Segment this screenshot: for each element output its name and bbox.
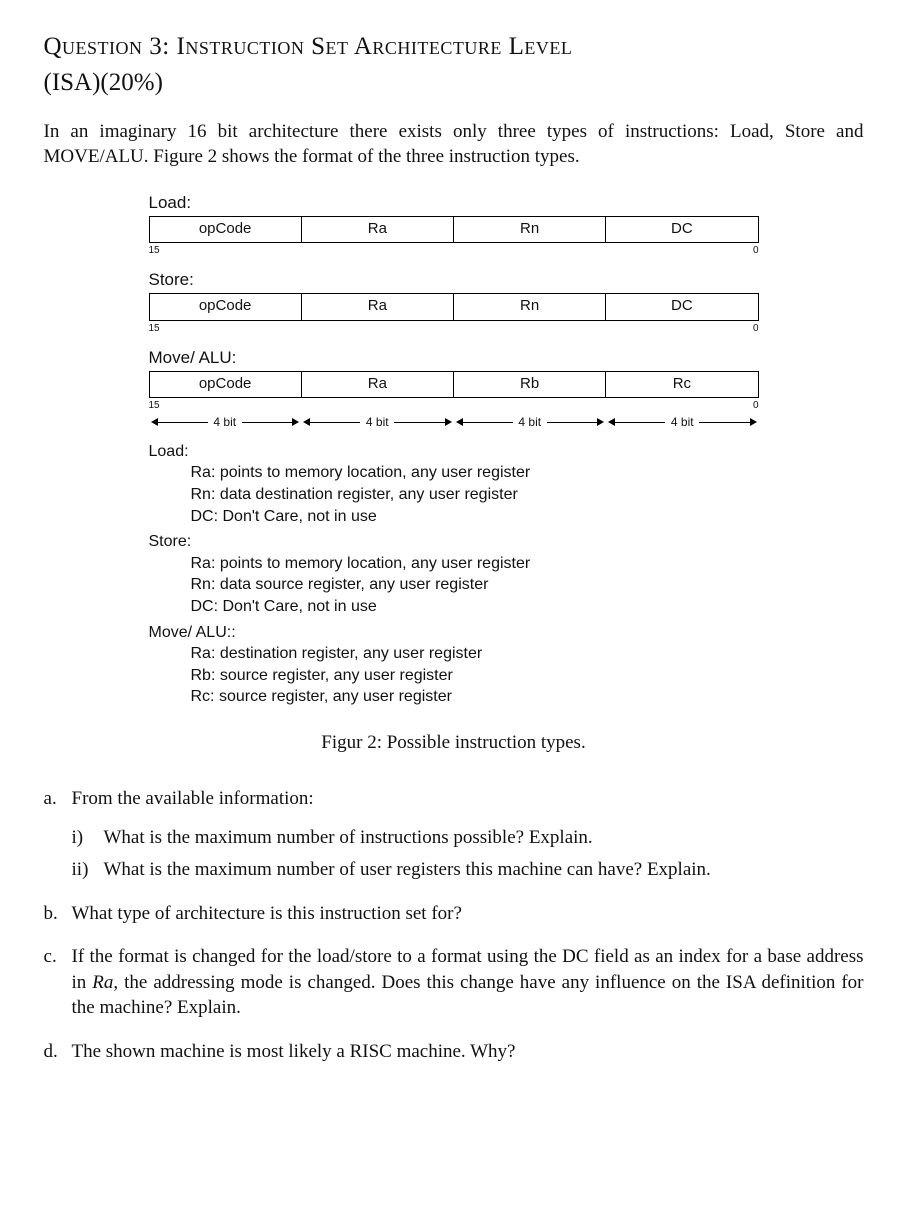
desc-line: DC: Don't Care, not in use	[191, 506, 759, 528]
bit-msb: 15	[149, 322, 160, 336]
desc-line: Rc: source register, any user register	[191, 686, 759, 708]
figure-caption: Figur 2: Possible instruction types.	[44, 730, 864, 756]
desc-head-alu: Move/ ALU::	[149, 622, 759, 644]
field: opCode	[150, 217, 302, 242]
desc-line: Rn: data source register, any user regis…	[191, 574, 759, 596]
field: Ra	[302, 372, 454, 397]
question-list: From the available information: What is …	[44, 786, 864, 1065]
bit-lsb: 0	[753, 399, 759, 413]
question-title: Question 3: Instruction Set Architecture…	[44, 30, 864, 64]
field: Rb	[454, 372, 606, 397]
question-c-post: , the addressing mode is changed. Does t…	[72, 972, 864, 1019]
desc-line: Ra: points to memory location, any user …	[191, 462, 759, 484]
question-c: If the format is changed for the load/st…	[44, 944, 864, 1021]
question-a-stem: From the available information:	[72, 788, 314, 809]
question-subtitle: (ISA)(20%)	[44, 66, 864, 100]
desc-line: Rb: source register, any user register	[191, 665, 759, 687]
question-d: The shown machine is most likely a RISC …	[44, 1039, 864, 1065]
field: Ra	[302, 217, 454, 242]
question-a-i: What is the maximum number of instructio…	[72, 825, 864, 851]
bit-width-label: 4 bit	[665, 414, 699, 430]
field-descriptions: Load: Ra: points to memory location, any…	[149, 441, 759, 708]
field: DC	[606, 217, 757, 242]
bit-width-label: 4 bit	[513, 414, 547, 430]
format-row-alu: opCode Ra Rb Rc	[149, 371, 759, 398]
field: Rn	[454, 294, 606, 319]
field: Rn	[454, 217, 606, 242]
format-row-load: opCode Ra Rn DC	[149, 216, 759, 243]
sub-question-list: What is the maximum number of instructio…	[72, 825, 864, 882]
desc-line: Rn: data destination register, any user …	[191, 484, 759, 506]
bit-msb: 15	[149, 399, 160, 413]
field: Ra	[302, 294, 454, 319]
question-a: From the available information: What is …	[44, 786, 864, 883]
desc-head-store: Store:	[149, 531, 759, 553]
bit-lsb: 0	[753, 244, 759, 258]
desc-line: Ra: destination register, any user regis…	[191, 643, 759, 665]
intro-paragraph: In an imaginary 16 bit architecture ther…	[44, 119, 864, 170]
field: opCode	[150, 372, 302, 397]
bit-width-label: 4 bit	[360, 414, 394, 430]
bit-width-label: 4 bit	[208, 414, 242, 430]
desc-head-load: Load:	[149, 441, 759, 463]
figure-2: Load: opCode Ra Rn DC 15 0 Store: opCode…	[149, 192, 759, 708]
bit-width-arrows: 4 bit 4 bit 4 bit 4 bit	[149, 415, 759, 431]
register-ra-italic: Ra	[92, 972, 113, 993]
question-b: What type of architecture is this instru…	[44, 901, 864, 927]
question-a-ii: What is the maximum number of user regis…	[72, 857, 864, 883]
bit-lsb: 0	[753, 322, 759, 336]
format-label-store: Store:	[149, 269, 759, 292]
format-label-alu: Move/ ALU:	[149, 347, 759, 370]
field: Rc	[606, 372, 757, 397]
format-label-load: Load:	[149, 192, 759, 215]
bit-msb: 15	[149, 244, 160, 258]
field: DC	[606, 294, 757, 319]
desc-line: DC: Don't Care, not in use	[191, 596, 759, 618]
field: opCode	[150, 294, 302, 319]
desc-line: Ra: points to memory location, any user …	[191, 553, 759, 575]
format-row-store: opCode Ra Rn DC	[149, 293, 759, 320]
